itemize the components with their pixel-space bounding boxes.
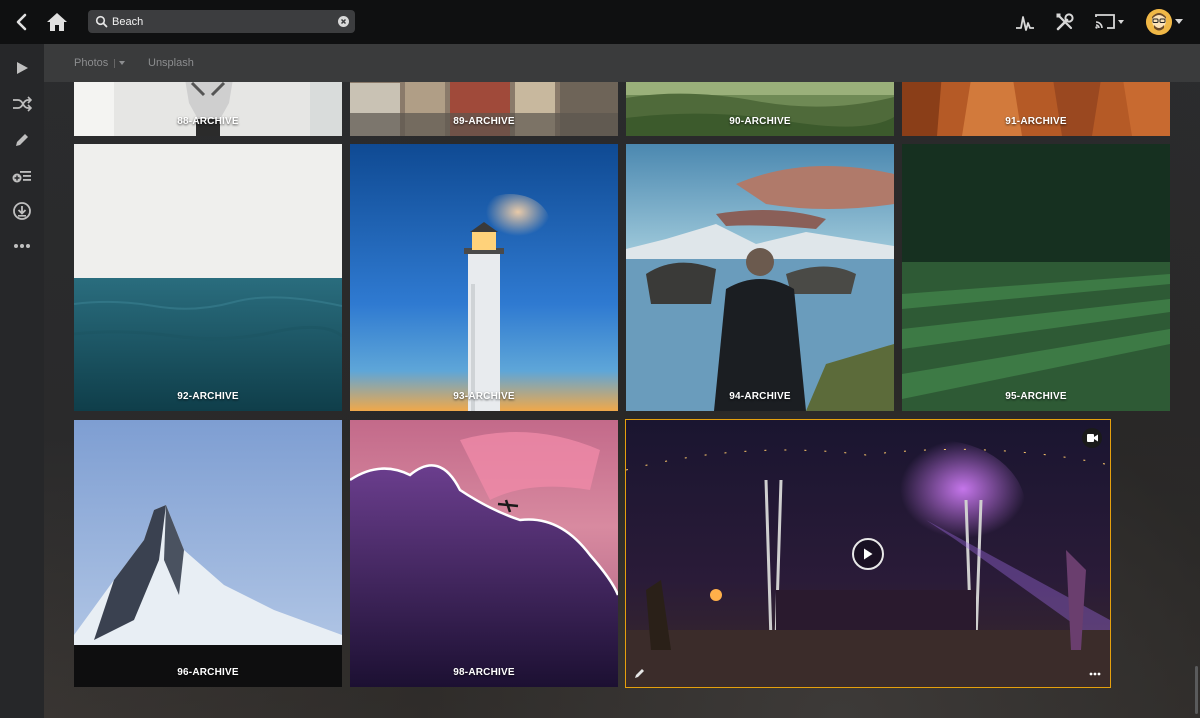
play-icon xyxy=(17,62,28,74)
photo-tile-91[interactable]: 91-ARCHIVE xyxy=(902,82,1170,136)
photo-title: 92-ARCHIVE xyxy=(177,391,239,402)
video-tile-concert[interactable] xyxy=(625,419,1111,688)
clear-icon[interactable] xyxy=(338,16,349,27)
more-icon xyxy=(1089,672,1101,676)
photo-thumbnail xyxy=(350,82,618,136)
sidebar-play[interactable] xyxy=(10,56,34,80)
activity-icon xyxy=(1016,16,1034,31)
photo-tile-92[interactable]: 92-ARCHIVE xyxy=(74,144,342,411)
home-icon xyxy=(47,13,67,31)
photo-tile-90[interactable]: 90-ARCHIVE xyxy=(626,82,894,136)
chevron-down-icon xyxy=(119,61,126,65)
play-icon xyxy=(864,548,873,560)
photo-grid: 88-ARCHIVE 89-ARCHIVE 90-ARCHIVE 91-ARCH… xyxy=(0,82,1200,718)
photo-thumbnail xyxy=(74,420,342,687)
back-icon xyxy=(16,13,27,31)
photo-tile-89[interactable]: 89-ARCHIVE xyxy=(350,82,618,136)
video-camera-icon xyxy=(1086,434,1098,442)
photo-title: 91-ARCHIVE xyxy=(1005,116,1067,127)
video-badge xyxy=(1082,428,1102,448)
photo-title: 95-ARCHIVE xyxy=(1005,391,1067,402)
edit-icon[interactable] xyxy=(634,667,646,679)
photo-thumbnail xyxy=(350,144,618,411)
more-options-button[interactable] xyxy=(1088,669,1102,679)
search-bar[interactable] xyxy=(88,10,355,33)
photo-tile-96[interactable]: 96-ARCHIVE xyxy=(74,420,342,687)
search-icon xyxy=(95,15,108,28)
play-button[interactable] xyxy=(852,538,884,570)
search-input[interactable] xyxy=(112,10,332,33)
top-bar xyxy=(0,0,1200,44)
photo-tile-94[interactable]: 94-ARCHIVE xyxy=(626,144,894,411)
avatar xyxy=(1145,9,1172,35)
photo-title: 98-ARCHIVE xyxy=(453,667,515,678)
activity-button[interactable] xyxy=(1013,0,1037,44)
library-dropdown[interactable]: Photos xyxy=(74,57,126,69)
photo-title: 94-ARCHIVE xyxy=(729,391,791,402)
user-menu-button[interactable] xyxy=(1141,0,1187,44)
photo-title: 88-ARCHIVE xyxy=(177,116,239,127)
cast-icon xyxy=(1095,14,1124,29)
photo-tile-95[interactable]: 95-ARCHIVE xyxy=(902,144,1170,411)
cast-button[interactable] xyxy=(1093,0,1129,44)
chevron-down-icon xyxy=(1174,19,1183,24)
back-button[interactable] xyxy=(8,0,34,44)
photo-tile-88[interactable]: 88-ARCHIVE xyxy=(74,82,342,136)
photo-thumbnail xyxy=(902,144,1170,411)
settings-button[interactable] xyxy=(1053,0,1077,44)
photo-title: 93-ARCHIVE xyxy=(453,391,515,402)
photo-tile-98[interactable]: 98-ARCHIVE xyxy=(350,420,618,687)
library-label: Photos xyxy=(74,57,109,69)
photo-thumbnail xyxy=(74,82,342,136)
photo-thumbnail xyxy=(902,82,1170,136)
home-button[interactable] xyxy=(44,0,70,44)
photo-title: 89-ARCHIVE xyxy=(453,116,515,127)
photo-thumbnail xyxy=(626,82,894,136)
photo-thumbnail xyxy=(350,420,618,687)
scrollbar[interactable] xyxy=(1195,666,1198,714)
photo-tile-93[interactable]: 93-ARCHIVE xyxy=(350,144,618,411)
photo-thumbnail xyxy=(74,144,342,411)
divider xyxy=(114,58,116,68)
photo-title: 90-ARCHIVE xyxy=(729,116,791,127)
library-subnav: Photos Unsplash xyxy=(44,44,1200,82)
photo-thumbnail xyxy=(626,144,894,411)
photo-title: 96-ARCHIVE xyxy=(177,667,239,678)
tools-icon xyxy=(1056,13,1074,31)
breadcrumb-collection[interactable]: Unsplash xyxy=(148,57,194,69)
